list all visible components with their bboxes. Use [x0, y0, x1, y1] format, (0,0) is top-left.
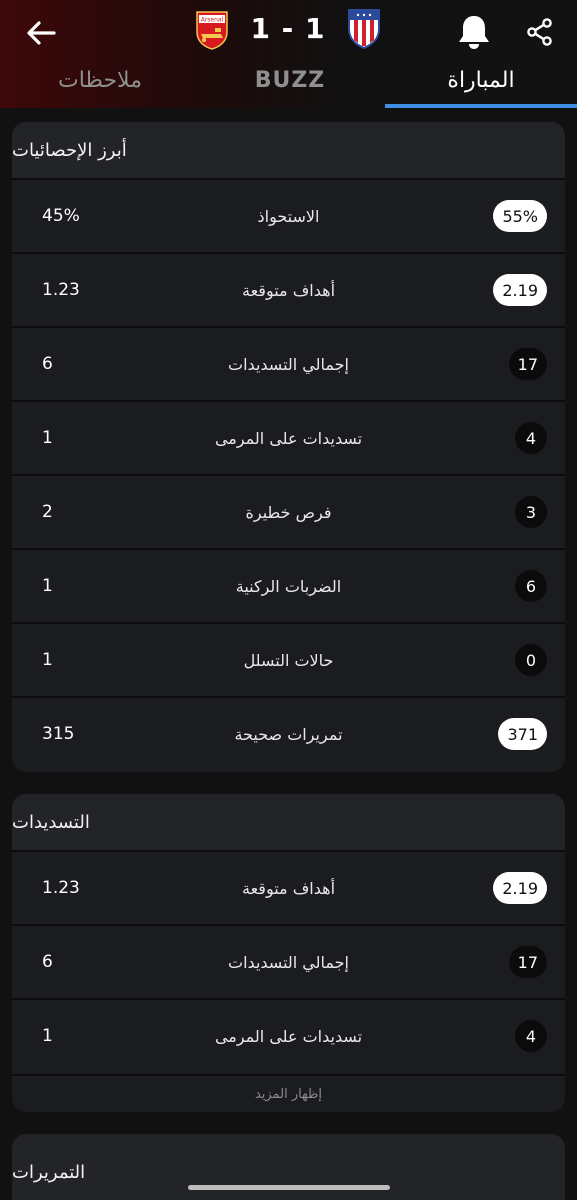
- match-score: 1 - 1: [250, 12, 326, 45]
- tab-match[interactable]: المباراة: [385, 56, 577, 104]
- away-value: 45%: [42, 206, 80, 226]
- top-stats-title: أبرز الإحصائيات: [12, 122, 565, 180]
- atletico-logo[interactable]: [346, 8, 382, 49]
- away-value: 1: [42, 650, 53, 670]
- shots-title: التسديدات: [12, 794, 565, 852]
- away-value: 1: [42, 428, 53, 448]
- away-value: 1: [42, 1026, 53, 1046]
- home-value-pill: 4: [515, 422, 547, 454]
- stat-row-accurate-passes[interactable]: 315 تمريرات صحيحة 371: [12, 698, 565, 772]
- stat-row-expected-goals[interactable]: 1.23 أهداف متوقعة 2.19: [12, 254, 565, 328]
- arsenal-crest-icon: Arsenal: [196, 11, 228, 50]
- atletico-crest-icon: [348, 9, 380, 49]
- home-value-pill: 55%: [493, 200, 547, 232]
- show-more-button[interactable]: إظهار المزيد: [12, 1074, 565, 1112]
- home-value-pill: 4: [515, 1020, 547, 1052]
- notifications-button[interactable]: [450, 8, 498, 56]
- away-value: 1.23: [42, 878, 80, 898]
- stat-label: أهداف متوقعة: [242, 878, 336, 898]
- stat-label: فرص خطيرة: [245, 502, 332, 522]
- stat-label: إجمالي التسديدات: [228, 354, 349, 374]
- stat-label: الضربات الركنية: [235, 576, 342, 596]
- stat-row-offsides[interactable]: 1 حالات التسلل 0: [12, 624, 565, 698]
- home-value-pill: 371: [498, 718, 547, 750]
- tab-notes[interactable]: ملاحظات: [30, 56, 170, 104]
- home-value-pill: 2.19: [493, 274, 547, 306]
- stat-label: تسديدات على المرمى: [214, 1026, 363, 1046]
- stat-label: الاستحواذ: [257, 206, 320, 226]
- top-stats-card: أبرز الإحصائيات 45% الاستحواذ 55% 1.23 أ…: [12, 122, 565, 772]
- stat-label: تمريرات صحيحة: [234, 724, 343, 744]
- stat-label: حالات التسلل: [243, 650, 334, 670]
- away-value: 1.23: [42, 280, 80, 300]
- stat-row-possession[interactable]: 45% الاستحواذ 55%: [12, 180, 565, 254]
- arrow-left-icon: [27, 21, 56, 45]
- match-header: Arsenal 1 - 1 ملاحظات BUZZ المباراة: [0, 0, 577, 108]
- arsenal-logo-text: Arsenal: [201, 17, 224, 24]
- shots-list: 1.23 أهداف متوقعة 2.19 6 إجمالي التسديدا…: [12, 852, 565, 1074]
- share-icon: [527, 18, 552, 46]
- away-value: 1: [42, 576, 53, 596]
- stat-label: إجمالي التسديدات: [228, 952, 349, 972]
- away-value: 6: [42, 952, 53, 972]
- passes-title: التمريرات: [12, 1134, 565, 1200]
- stat-row-shots-on-target[interactable]: 1 تسديدات على المرمى 4: [12, 402, 565, 476]
- away-value: 315: [42, 724, 75, 744]
- active-tab-indicator: [385, 104, 577, 108]
- arsenal-logo[interactable]: Arsenal: [194, 10, 230, 50]
- gesture-home-bar[interactable]: [188, 1185, 390, 1190]
- stat-label: تسديدات على المرمى: [214, 428, 363, 448]
- top-stats-list: 45% الاستحواذ 55% 1.23 أهداف متوقعة 2.19…: [12, 180, 565, 772]
- stat-row-total-shots[interactable]: 6 إجمالي التسديدات 17: [12, 328, 565, 402]
- stat-row-total-shots[interactable]: 6 إجمالي التسديدات 17: [12, 926, 565, 1000]
- passes-card: التمريرات: [12, 1134, 565, 1200]
- home-value-pill: 0: [515, 644, 547, 676]
- share-button[interactable]: [518, 10, 562, 54]
- home-value-pill: 17: [508, 946, 547, 978]
- stat-label: أهداف متوقعة: [242, 280, 336, 300]
- away-value: 6: [42, 354, 53, 374]
- match-tabs: ملاحظات BUZZ المباراة: [0, 56, 577, 108]
- bell-icon: [459, 16, 489, 49]
- back-button[interactable]: [18, 12, 64, 54]
- home-value-pill: 2.19: [493, 872, 547, 904]
- stat-row-big-chances[interactable]: 2 فرص خطيرة 3: [12, 476, 565, 550]
- away-value: 2: [42, 502, 53, 522]
- home-value-pill: 6: [515, 570, 547, 602]
- stat-row-corners[interactable]: 1 الضربات الركنية 6: [12, 550, 565, 624]
- home-value-pill: 17: [508, 348, 547, 380]
- stat-row-shots-on-target[interactable]: 1 تسديدات على المرمى 4: [12, 1000, 565, 1074]
- home-value-pill: 3: [515, 496, 547, 528]
- shots-card: التسديدات 1.23 أهداف متوقعة 2.19 6 إجمال…: [12, 794, 565, 1112]
- tab-buzz[interactable]: BUZZ: [220, 56, 360, 104]
- stat-row-expected-goals[interactable]: 1.23 أهداف متوقعة 2.19: [12, 852, 565, 926]
